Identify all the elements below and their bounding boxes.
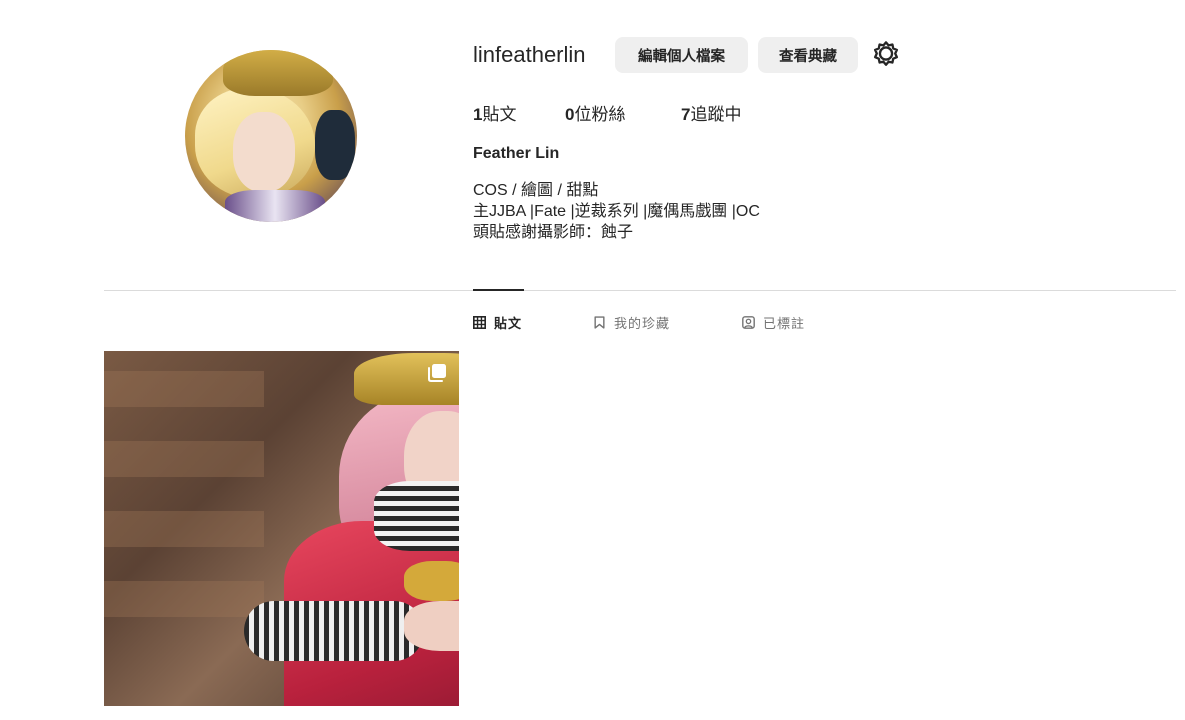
bio-line: 主JJBA |Fate |逆裁系列 |魔偶馬戲團 |OC xyxy=(473,203,760,220)
tab-tagged[interactable]: 已標註 xyxy=(742,313,805,332)
profile-stats: 1 貼文 0 位粉絲 7 追蹤中 xyxy=(473,100,741,125)
avatar-cap xyxy=(223,50,333,96)
view-archive-button[interactable]: 查看典藏 xyxy=(758,37,858,73)
followers-count-label: 位粉絲 xyxy=(574,105,626,124)
grid-icon xyxy=(473,316,486,329)
background-plank xyxy=(104,441,264,477)
posts-count-label: 貼文 xyxy=(482,105,517,124)
background-plank xyxy=(104,371,264,407)
posts-count: 1 貼文 xyxy=(473,100,565,125)
profile-username: linfeatherlin xyxy=(473,42,586,67)
followers-count[interactable]: 0 位粉絲 xyxy=(565,100,681,125)
tab-tagged-label: 已標註 xyxy=(763,316,806,331)
tab-posts[interactable]: 貼文 xyxy=(473,313,522,332)
figure-hand xyxy=(404,601,459,651)
profile-avatar[interactable] xyxy=(185,50,357,222)
posts-count-value: 1 xyxy=(473,105,483,124)
background-plank xyxy=(104,511,264,547)
figure-scarf xyxy=(374,481,459,551)
following-count[interactable]: 7 追蹤中 xyxy=(681,100,741,125)
bio-line: COS / 繪圖 / 甜點 xyxy=(473,182,599,199)
figure-arm xyxy=(244,601,424,661)
tab-saved[interactable]: 我的珍藏 xyxy=(593,313,670,332)
edit-profile-button[interactable]: 編輯個人檔案 xyxy=(615,37,748,73)
active-tab-indicator xyxy=(473,289,524,291)
avatar-collar xyxy=(225,190,325,222)
figure-bow xyxy=(404,561,459,601)
multiple-photos-icon xyxy=(428,364,446,382)
avatar-glove xyxy=(315,110,355,180)
profile-bio: COS / 繪圖 / 甜點 主JJBA |Fate |逆裁系列 |魔偶馬戲團 |… xyxy=(473,180,760,243)
following-count-value: 7 xyxy=(681,105,691,124)
bio-line: 頭貼感謝攝影師：蝕子 xyxy=(473,224,634,241)
bookmark-icon xyxy=(594,316,605,329)
post-thumbnail[interactable] xyxy=(104,351,459,706)
following-count-label: 追蹤中 xyxy=(690,105,742,124)
followers-count-value: 0 xyxy=(565,105,575,124)
profile-full-name: Feather Lin xyxy=(473,145,560,162)
tabs-divider xyxy=(104,290,1176,291)
tab-saved-label: 我的珍藏 xyxy=(614,316,671,331)
avatar-face xyxy=(233,112,295,192)
tagged-user-icon xyxy=(742,316,755,329)
gear-icon[interactable] xyxy=(872,40,900,68)
background-plank xyxy=(104,581,264,617)
tab-posts-label: 貼文 xyxy=(494,316,523,331)
